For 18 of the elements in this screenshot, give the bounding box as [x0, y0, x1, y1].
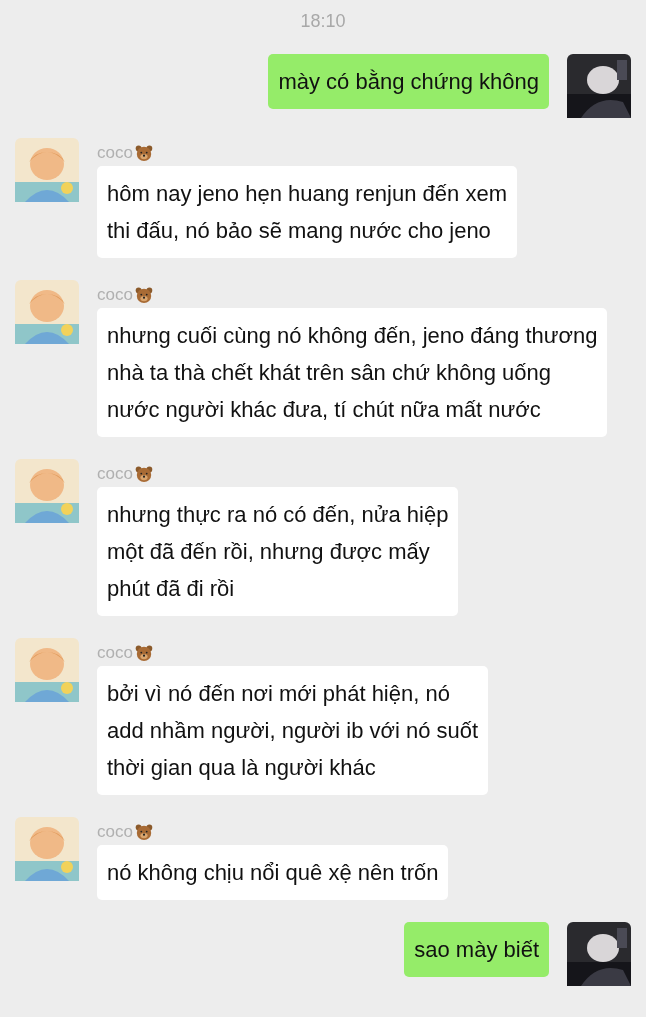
- bear-face-icon: [134, 823, 153, 841]
- bear-face-icon: [134, 144, 153, 162]
- sender-name: coco: [97, 822, 133, 842]
- timestamp: 18:10: [299, 10, 347, 33]
- sender-name: coco: [97, 643, 133, 663]
- message-bubble: sao mày biết: [404, 922, 549, 977]
- bear-face-icon: [134, 465, 153, 483]
- sender-name: coco: [97, 143, 133, 163]
- message-bubble: nhưng cuối cùng nó không đến, jeno đáng thương nhà ta thà chết khát trên sân chứ không uống nước người khác đưa, tí chút nữa mất nước: [97, 308, 608, 437]
- sender-name: coco: [97, 285, 133, 305]
- message-bubble: nhưng thực ra nó có đến, nửa hiệp một đã đến rồi, nhưng được mấy phút đã đi rồi: [97, 487, 459, 616]
- message-bubble: nó không chịu nổi quê xệ nên trốn: [97, 845, 449, 900]
- bear-face-icon: [134, 286, 153, 304]
- message-bubble: mày có bằng chứng không: [268, 54, 549, 109]
- bear-face-icon: [134, 644, 153, 662]
- message-bubble: hôm nay jeno hẹn huang renjun đến xem thi đấu, nó bảo sẽ mang nước cho jeno: [97, 166, 517, 258]
- sender-name: coco: [97, 464, 133, 484]
- message-bubble: bởi vì nó đến nơi mới phát hiện, nó add nhầm người, người ib với nó suốt thời gian qua là người khác: [97, 666, 489, 795]
